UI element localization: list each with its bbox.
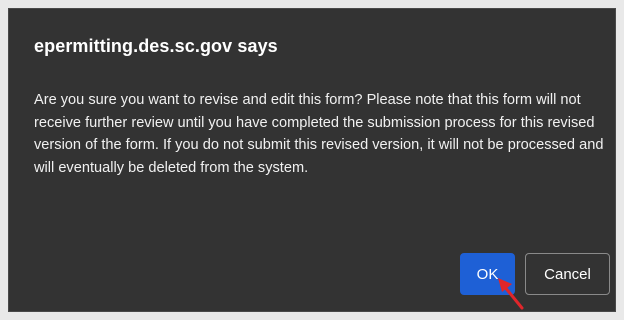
screenshot-stage: epermitting.des.sc.gov says Are you sure… <box>0 0 624 320</box>
dialog-title: epermitting.des.sc.gov says <box>34 36 278 56</box>
cancel-button[interactable]: Cancel <box>525 253 610 295</box>
dialog-message: Are you sure you want to revise and edit… <box>34 92 604 176</box>
confirm-dialog: epermitting.des.sc.gov says Are you sure… <box>8 8 616 312</box>
ok-button[interactable]: OK <box>460 253 515 295</box>
